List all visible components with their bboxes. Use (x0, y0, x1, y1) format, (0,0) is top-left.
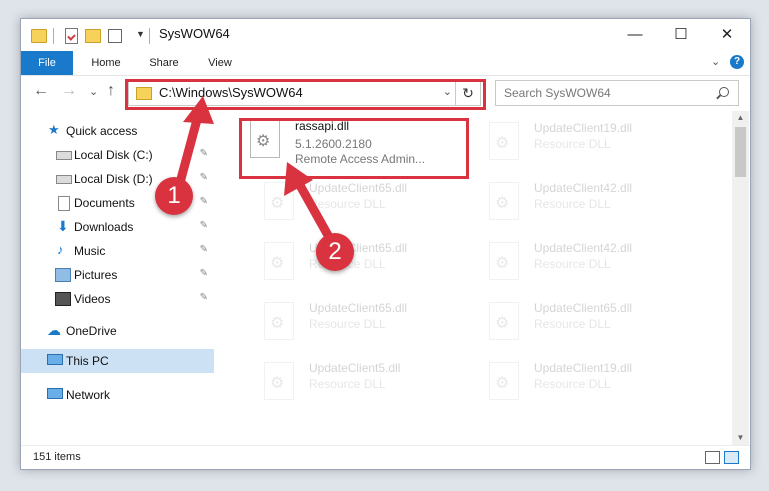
arrow-2 (284, 162, 339, 251)
step-1-badge: 1 (155, 177, 193, 215)
step-2-badge: 2 (316, 233, 354, 271)
annotation-arrows (173, 96, 339, 251)
arrow-1 (173, 96, 214, 195)
